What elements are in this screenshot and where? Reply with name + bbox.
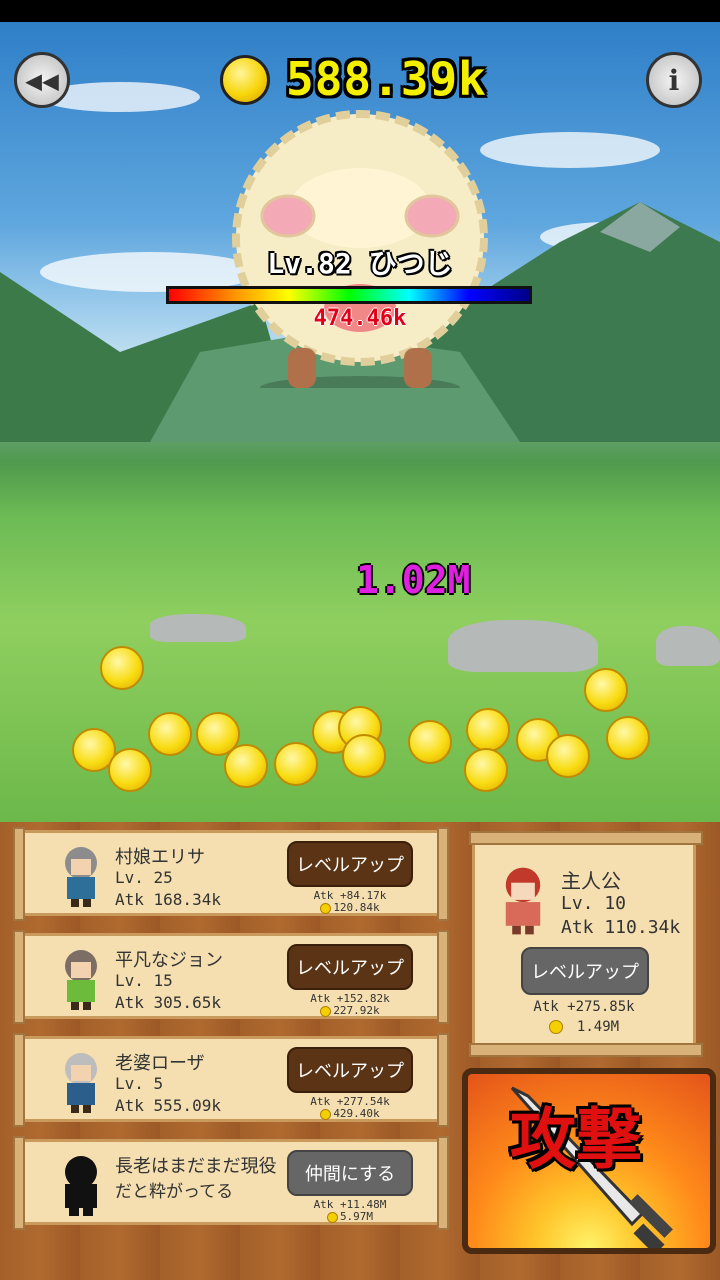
hero-level-up-button[interactable]: レベルアップ — [521, 947, 649, 995]
coin[interactable] — [100, 646, 144, 690]
member-name: 老婆ローザ — [115, 1053, 205, 1074]
recruit-cost: 5.97M — [287, 1210, 413, 1223]
member-name: 長老はまだまだ現役 — [115, 1156, 277, 1177]
coin-icon — [326, 1211, 338, 1223]
coin[interactable] — [408, 720, 452, 764]
hero-card: 主人公 Lv. 10 Atk 110.34k レベルアップ Atk +275.8… — [469, 831, 703, 1057]
attack-button[interactable]: 攻撃 — [462, 1068, 716, 1254]
back-button[interactable]: ◀◀ — [14, 52, 70, 108]
rewind-icon: ◀◀ — [25, 63, 59, 97]
enemy-hp-bar — [166, 286, 532, 304]
coin[interactable] — [342, 734, 386, 778]
info-button[interactable]: i — [646, 52, 702, 108]
hero-name: 主人公 — [561, 869, 621, 893]
level-up-button[interactable]: レベルアップ — [287, 944, 413, 990]
recruit-button[interactable]: 仲間にする — [287, 1150, 413, 1196]
coin[interactable] — [606, 716, 650, 760]
upgrade-cost: 429.40k — [287, 1107, 413, 1120]
member-name: 平凡なジョン — [115, 950, 223, 971]
party-member-card: 平凡なジョン Lv. 15 Atk 305.65k レベルアップ Atk +15… — [13, 930, 449, 1024]
hero-atk: Atk 110.34k — [561, 917, 681, 938]
coin-icon — [548, 1020, 563, 1034]
hero-upgrade-cost: 1.49M — [475, 1019, 693, 1035]
hero-portrait — [505, 867, 541, 935]
party-member-card: 老婆ローザ Lv. 5 Atk 555.09k レベルアップ Atk +277.… — [13, 1033, 449, 1127]
hero-atk-gain: Atk +275.85k — [533, 999, 635, 1015]
rock — [150, 614, 246, 642]
coin[interactable] — [546, 734, 590, 778]
level-up-button[interactable]: レベルアップ — [287, 1047, 413, 1093]
john-portrait — [65, 950, 97, 1010]
upgrade-cost: 120.84k — [287, 901, 413, 914]
level-up-button[interactable]: レベルアップ — [287, 841, 413, 887]
party-member-card-locked: 長老はまだまだ現役 だと粋がってる 仲間にする Atk +11.48M 5.97… — [13, 1136, 449, 1230]
member-name: 村娘エリサ — [115, 847, 205, 868]
enemy-hp-text: 474.46k — [313, 306, 407, 331]
rock — [448, 620, 598, 672]
member-atk: Atk 555.09k — [115, 1096, 221, 1115]
member-atk: Atk 168.34k — [115, 890, 221, 909]
coin[interactable] — [148, 712, 192, 756]
coin[interactable] — [224, 744, 268, 788]
cloud — [480, 132, 660, 168]
elder-silhouette — [65, 1156, 97, 1216]
coin[interactable] — [584, 668, 628, 712]
coin-icon — [320, 1108, 332, 1120]
upgrade-cost: 227.92k — [287, 1004, 413, 1017]
member-level: Lv. 5 — [115, 1074, 164, 1093]
coin-icon — [320, 902, 332, 914]
rock — [656, 626, 720, 666]
damage-popup: 1.02M — [356, 558, 471, 602]
info-icon: i — [668, 63, 680, 97]
coin-icon — [320, 1005, 332, 1017]
coin[interactable] — [464, 748, 508, 792]
coin[interactable] — [274, 742, 318, 786]
coin[interactable] — [466, 708, 510, 752]
hero-level: Lv. 10 — [561, 893, 627, 914]
member-level: Lv. 15 — [115, 971, 173, 990]
member-level: Lv. 25 — [115, 868, 173, 887]
attack-label: 攻撃 — [510, 1101, 642, 1178]
party-member-card: 村娘エリサ Lv. 25 Atk 168.34k レベルアップ Atk +84.… — [13, 827, 449, 921]
elisa-portrait — [65, 847, 97, 907]
enemy-name: Lv.82 ひつじ — [267, 247, 453, 280]
member-name-line2: だと粋がってる — [115, 1182, 234, 1202]
member-atk: Atk 305.65k — [115, 993, 221, 1012]
status-bar — [0, 0, 720, 22]
coin[interactable] — [108, 748, 152, 792]
rosa-portrait — [65, 1053, 97, 1113]
